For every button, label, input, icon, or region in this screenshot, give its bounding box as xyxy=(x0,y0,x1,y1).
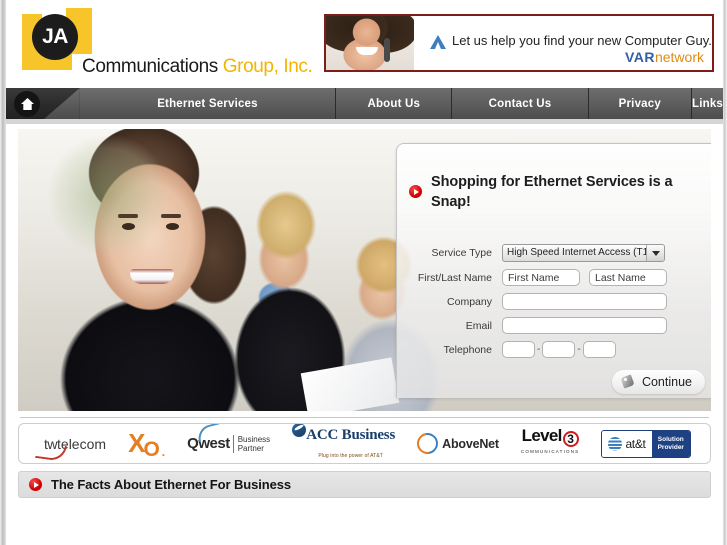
telephone-prefix-input[interactable] xyxy=(542,341,576,358)
site-logo[interactable]: JA Communications Group, Inc. xyxy=(20,6,320,82)
last-name-input[interactable] xyxy=(589,269,667,286)
hero-photo-detail xyxy=(118,214,138,218)
form-row-company: Company xyxy=(409,293,705,310)
partner-att-wordmark: at&t xyxy=(625,436,646,451)
nav-item-contact-us[interactable]: Contact Us xyxy=(452,88,589,119)
label-service-type: Service Type xyxy=(431,247,492,259)
banner-logo-icon-inner xyxy=(435,42,441,49)
site-header: JA Communications Group, Inc. Let us hel… xyxy=(6,0,723,88)
partner-acc-tagline: Plug into the power of AT&T xyxy=(318,452,383,459)
main-navigation: Ethernet Services About Us Contact Us Pr… xyxy=(6,88,724,124)
continue-button-label: Continue xyxy=(641,375,692,389)
banner-ad[interactable]: Let us help you find your new Computer G… xyxy=(324,14,714,72)
att-globe-icon xyxy=(608,436,623,451)
label-company: Company xyxy=(447,295,492,308)
partner-level3-wordmark: Level xyxy=(521,425,563,445)
telephone-line-input[interactable] xyxy=(582,341,616,358)
partner-logo-tw-telecom[interactable]: tw telecom xyxy=(35,427,106,462)
partner-qwest-subtitle: Business Partner xyxy=(232,434,271,453)
email-input[interactable] xyxy=(502,317,667,334)
hero-photo-detail xyxy=(130,269,174,284)
partner-att-badge-line2: Provider xyxy=(657,443,684,451)
tag-icon xyxy=(621,375,635,389)
hero-photo-detail xyxy=(161,214,181,218)
partner-xo-o: O xyxy=(143,437,160,461)
partner-logo-att[interactable]: at&t Solution Provider xyxy=(601,429,691,458)
partner-logo-strip: tw telecom XO. Qwest Business Partner ACC… xyxy=(18,423,711,464)
label-email: Email xyxy=(465,319,492,332)
partner-logo-qwest[interactable]: Qwest Business Partner xyxy=(187,424,271,461)
form-row-service-type: Service Type High Speed Internet Access … xyxy=(409,244,705,262)
lead-form-title-row: Shopping for Ethernet Services is a Snap… xyxy=(409,172,699,212)
hero-photo-background xyxy=(48,135,168,255)
logo-wordmark: Communications Group, Inc. xyxy=(82,56,313,78)
page-root: JA Communications Group, Inc. Let us hel… xyxy=(0,0,727,545)
logo-wordmark-accent: Group, Inc. xyxy=(222,56,313,77)
telephone-area-input[interactable] xyxy=(502,341,535,358)
section-divider xyxy=(20,417,709,418)
qwest-swirl-icon xyxy=(195,424,223,442)
partner-level3-subtitle: COMMUNICATIONS xyxy=(520,448,580,454)
service-type-select[interactable]: High Speed Internet Access (T1/DS xyxy=(502,244,665,262)
nav-slant-decoration xyxy=(44,88,80,119)
facts-section-header: The Facts About Ethernet For Business xyxy=(18,471,711,498)
partner-xo-dot: . xyxy=(161,444,166,459)
telephone-separator: - xyxy=(577,344,581,355)
telephone-separator: - xyxy=(537,344,541,355)
hero-photo-detail xyxy=(122,223,135,230)
banner-ad-headline: Let us help you find your new Computer G… xyxy=(452,33,712,48)
nav-item-privacy[interactable]: Privacy xyxy=(588,88,692,119)
banner-ad-photo xyxy=(326,16,414,70)
logo-initials: JA xyxy=(32,14,78,60)
label-first-last-name: First/Last Name xyxy=(417,271,492,284)
service-type-value: High Speed Internet Access (T1/DS xyxy=(502,244,665,262)
partner-att-badge: Solution Provider xyxy=(651,430,690,457)
red-arrow-bullet-icon xyxy=(29,478,42,491)
nav-tab-list: Ethernet Services About Us Contact Us Pr… xyxy=(44,88,724,119)
partner-qwest-line1: Business xyxy=(237,434,271,444)
hero-photo-detail xyxy=(166,223,179,230)
banner-brand-network: network xyxy=(654,49,704,65)
lead-form: Service Type High Speed Internet Access … xyxy=(409,244,705,365)
home-icon[interactable] xyxy=(14,91,40,117)
partner-logo-abovenet[interactable]: AboveNet xyxy=(413,427,499,461)
hero-photo-detail xyxy=(300,357,400,411)
red-arrow-bullet-icon xyxy=(409,185,422,198)
partner-att-mark: at&t xyxy=(602,430,652,457)
partner-abovenet-wordmark: AboveNet xyxy=(442,436,499,451)
headset-icon xyxy=(384,38,390,62)
first-name-input[interactable] xyxy=(502,269,580,286)
company-input[interactable] xyxy=(502,293,667,310)
continue-button[interactable]: Continue xyxy=(611,370,705,394)
partner-qwest-wordmark: Qwest xyxy=(187,424,230,452)
logo-wordmark-primary: Communications xyxy=(82,56,223,77)
partner-logo-xo[interactable]: XO. xyxy=(128,427,165,461)
banner-ad-brand: VARnetwork xyxy=(625,49,704,65)
partner-att-badge-line1: Solution xyxy=(657,435,684,443)
chevron-down-icon[interactable] xyxy=(646,245,664,261)
nav-item-links[interactable]: Links xyxy=(691,88,724,119)
lead-form-title: Shopping for Ethernet Services is a Snap… xyxy=(431,174,673,210)
partner-logo-acc-business[interactable]: ACC Business Plug into the power of AT&T xyxy=(292,424,396,461)
banner-brand-var: VAR xyxy=(624,49,655,65)
form-row-email: Email xyxy=(409,317,705,334)
nav-item-ethernet-services[interactable]: Ethernet Services xyxy=(79,88,337,119)
lead-form-panel: Shopping for Ethernet Services is a Snap… xyxy=(396,143,711,398)
form-row-name: First/Last Name xyxy=(409,269,705,286)
partner-qwest-line2: Partner xyxy=(237,443,264,453)
facts-section-heading: The Facts About Ethernet For Business xyxy=(51,477,291,492)
abovenet-ring-icon xyxy=(413,428,443,459)
nav-underbar xyxy=(6,119,723,124)
acc-globe-icon xyxy=(292,424,307,437)
partner-logo-level3[interactable]: Level 3 COMMUNICATIONS xyxy=(521,427,579,461)
banner-photo-smile xyxy=(356,47,378,55)
label-telephone: Telephone xyxy=(443,343,492,356)
hero-section: Shopping for Ethernet Services is a Snap… xyxy=(18,129,711,411)
partner-acc-wordmark: ACC Business xyxy=(306,426,396,443)
form-row-telephone: Telephone - - xyxy=(409,341,705,358)
lead-form-actions: Continue xyxy=(611,370,705,394)
nav-item-about-us[interactable]: About Us xyxy=(336,88,453,119)
